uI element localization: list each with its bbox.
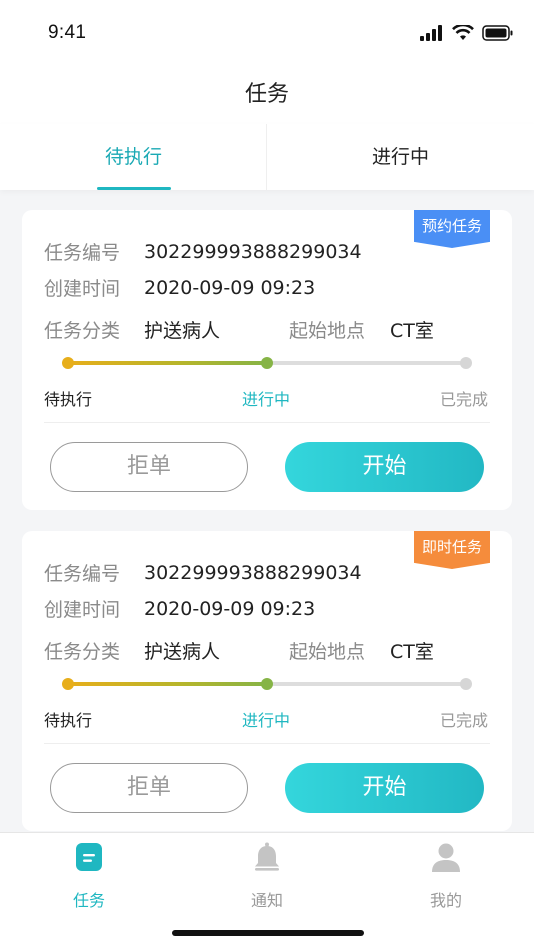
- nav-item-notifications[interactable]: 通知: [207, 841, 327, 911]
- created-time-row: 创建时间 2020-09-09 09:23: [44, 274, 315, 301]
- category-value: 护送病人: [144, 320, 221, 342]
- progress-done-track: [68, 361, 267, 365]
- task-number-value: 302299993888299034: [144, 561, 362, 584]
- task-number-label: 任务编号: [44, 242, 121, 264]
- step-label-in-progress: 进行中: [242, 390, 291, 409]
- created-time-label: 创建时间: [44, 599, 121, 621]
- nav-label-notifications: 通知: [250, 891, 283, 910]
- task-number-label: 任务编号: [44, 563, 121, 585]
- task-number-value: 302299993888299034: [144, 240, 362, 263]
- created-time-row: 创建时间 2020-09-09 09:23: [44, 595, 315, 622]
- progress-rest-track: [267, 361, 466, 365]
- tab-pending[interactable]: 待执行: [0, 124, 267, 190]
- start-button[interactable]: 开始: [285, 442, 484, 492]
- created-time-label: 创建时间: [44, 278, 121, 300]
- nav-label-tasks: 任务: [72, 891, 105, 910]
- tab-pending-label: 待执行: [104, 146, 162, 168]
- step-dot-in-progress: [261, 357, 273, 369]
- step-dot-pending: [62, 678, 74, 690]
- step-dot-done: [460, 357, 472, 369]
- step-label-done: 已完成: [440, 390, 489, 409]
- task-card: 即时任务 任务编号 302299993888299034 创建时间 2020-0…: [22, 531, 512, 831]
- reject-button[interactable]: 拒单: [50, 442, 248, 492]
- progress-rest-track: [267, 682, 466, 686]
- task-card: 预约任务 任务编号 302299993888299034 创建时间 2020-0…: [22, 210, 512, 510]
- tab-in-progress-label: 进行中: [371, 146, 429, 168]
- step-dot-in-progress: [261, 678, 273, 690]
- start-button[interactable]: 开始: [285, 763, 484, 813]
- status-time: 9:41: [48, 22, 87, 43]
- category-label: 任务分类: [44, 641, 121, 663]
- task-progress: [62, 676, 472, 692]
- task-number-row: 任务编号 302299993888299034: [44, 559, 362, 586]
- step-label-pending: 待执行: [44, 390, 93, 409]
- signal-icon: [420, 25, 442, 41]
- origin-label: 起始地点: [289, 641, 366, 663]
- task-number-row: 任务编号 302299993888299034: [44, 238, 362, 265]
- person-icon: [432, 843, 460, 872]
- progress-done-track: [68, 682, 267, 686]
- step-label-done: 已完成: [440, 711, 489, 730]
- card-divider: [44, 422, 490, 423]
- reject-button[interactable]: 拒单: [50, 763, 248, 813]
- created-time-value: 2020-09-09 09:23: [144, 597, 316, 620]
- status-icons: [420, 24, 514, 42]
- category-value: 护送病人: [144, 641, 221, 663]
- home-indicator: [172, 930, 364, 936]
- tab-bar: 待执行 进行中: [0, 124, 534, 190]
- battery-icon: [482, 25, 513, 41]
- tab-in-progress[interactable]: 进行中: [267, 124, 534, 190]
- status-bar: 9:41: [0, 0, 534, 66]
- task-progress: [62, 355, 472, 371]
- step-dot-pending: [62, 357, 74, 369]
- bell-icon: [255, 842, 279, 871]
- page-title: 任务: [244, 82, 289, 107]
- category-label: 任务分类: [44, 320, 121, 342]
- step-dot-done: [460, 678, 472, 690]
- task-type-badge: 即时任务: [414, 531, 490, 569]
- nav-label-profile: 我的: [429, 891, 462, 910]
- nav-item-profile[interactable]: 我的: [386, 841, 506, 911]
- origin-value: CT室: [390, 320, 434, 342]
- task-type-badge: 预约任务: [414, 210, 490, 248]
- origin-label: 起始地点: [289, 320, 366, 342]
- nav-header: 任务: [0, 66, 534, 124]
- created-time-value: 2020-09-09 09:23: [144, 276, 316, 299]
- tab-active-indicator: [96, 187, 171, 190]
- nav-item-tasks[interactable]: 任务: [29, 841, 149, 911]
- card-divider: [44, 743, 490, 744]
- origin-value: CT室: [390, 641, 434, 663]
- step-label-pending: 待执行: [44, 711, 93, 730]
- wifi-icon: [452, 25, 474, 40]
- task-icon: [76, 843, 102, 871]
- step-label-in-progress: 进行中: [242, 711, 291, 730]
